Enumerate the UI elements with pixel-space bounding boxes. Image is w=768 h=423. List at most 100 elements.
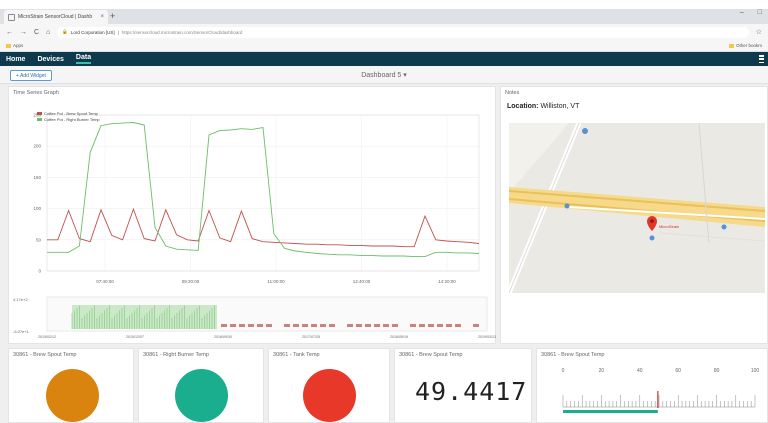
dashboard-toolbar: + Add Widget Dashboard 5 ▾ xyxy=(0,66,768,84)
dashboard-selector[interactable]: Dashboard 5 ▾ xyxy=(0,71,768,79)
url-separator: | xyxy=(117,29,119,35)
overview-dash xyxy=(293,324,299,327)
overview-dash xyxy=(365,324,371,327)
url-text: https://sensorcloud.microstrain.com/Sens… xyxy=(121,29,243,35)
overview-dash xyxy=(428,324,434,327)
address-bar[interactable]: 🔒 Lord Corporation [US] | https://sensor… xyxy=(57,26,749,38)
reload-button[interactable]: C xyxy=(34,29,39,36)
app-nav: Home Devices Data xyxy=(0,52,768,66)
y-tick-label: 150 xyxy=(33,175,41,180)
status-indicator xyxy=(46,369,99,422)
status-widget-tank: 30861 - Tank Temp xyxy=(268,348,390,423)
forward-button[interactable]: → xyxy=(20,29,27,36)
apps-label: Apps xyxy=(13,43,24,48)
gauge-tick-label: 20 xyxy=(599,368,605,374)
gauge-tick-label: 80 xyxy=(714,368,720,374)
x-tick-label: 12:40:00 xyxy=(353,279,371,284)
x-tick-label: 14:20:00 xyxy=(438,279,456,284)
browser-tab[interactable]: MicroStrain SensorCloud | Dashb × xyxy=(4,10,108,24)
overview-dash xyxy=(230,324,236,327)
widget-title: 30861 - Tank Temp xyxy=(273,352,320,358)
home-button[interactable]: ⌂ xyxy=(46,29,50,36)
nav-data[interactable]: Data xyxy=(75,54,92,64)
status-widget-right-burner: 30861 - Right Burner Temp xyxy=(138,348,264,423)
other-bookmarks[interactable]: Other bookm xyxy=(728,43,762,48)
overview-dash xyxy=(347,324,353,327)
status-indicator xyxy=(175,369,228,422)
other-bookmarks-label: Other bookm xyxy=(735,43,762,48)
overview-x-tick: 2018/05/19 xyxy=(390,335,408,339)
overview-dash xyxy=(374,324,380,327)
page-icon xyxy=(8,13,15,21)
gauge-fill xyxy=(563,410,658,413)
time-series-chart[interactable]: 25020015010050007:40:0009:20:0011:00:001… xyxy=(9,99,497,343)
back-button[interactable]: ← xyxy=(6,29,13,36)
map-graphic xyxy=(509,123,765,293)
bookmark-star-icon[interactable]: ☆ xyxy=(756,28,762,36)
nav-home[interactable]: Home xyxy=(6,56,25,63)
apps-bookmark[interactable]: Apps xyxy=(6,43,23,48)
browser-toolbar: ← → C ⌂ 🔒 Lord Corporation [US] | https:… xyxy=(0,24,768,40)
tab-title: MicroStrain SensorCloud | Dashb xyxy=(18,14,93,20)
maximize-button[interactable]: □ xyxy=(758,9,762,16)
widget-title: 30861 - Right Burner Temp xyxy=(143,352,209,358)
gauge-tick-label: 0 xyxy=(562,368,565,374)
overview-y-max: 4.17e+2 xyxy=(13,297,28,302)
overview-dash xyxy=(329,324,335,327)
overview-dash xyxy=(473,324,479,327)
legend-item[interactable]: Coffee Pot - Right Burner Temp xyxy=(37,117,100,123)
overview-dash xyxy=(356,324,362,327)
legend-swatch xyxy=(37,118,42,122)
gauge-tick-label: 60 xyxy=(675,368,681,374)
bookmarks-bar: Apps Other bookm xyxy=(0,40,768,52)
current-value: 49.4417 xyxy=(415,377,528,406)
minimize-button[interactable]: – xyxy=(740,9,744,16)
overview-dash xyxy=(392,324,398,327)
secure-label: Lord Corporation [US] xyxy=(70,29,115,35)
gauge-tick-label: 40 xyxy=(637,368,643,374)
linear-gauge: 0 20 40 60 80 100 xyxy=(562,368,760,413)
overview-dash xyxy=(248,324,254,327)
overview-x-tick: 2015/12/07 xyxy=(126,335,144,339)
y-tick-label: 100 xyxy=(33,206,41,211)
overview-dash xyxy=(284,324,290,327)
overview-dash xyxy=(221,324,227,327)
overview-dash xyxy=(410,324,416,327)
window-controls: – □ xyxy=(740,9,762,16)
overview-x-tick: 2016/09/30 xyxy=(214,335,232,339)
overview-dash xyxy=(446,324,452,327)
overview-dash xyxy=(302,324,308,327)
x-tick-label: 07:40:00 xyxy=(96,279,114,284)
overview-dash xyxy=(266,324,272,327)
gauge-widget-brew-spout: 30861 - Brew Spout Temp 0 20 40 60 80 100 xyxy=(536,348,768,423)
overview-dash xyxy=(455,324,461,327)
location-label: Location: xyxy=(507,103,539,110)
x-tick-label: 09:20:00 xyxy=(182,279,200,284)
overview-x-tick: 2015/02/12 xyxy=(38,335,56,339)
overview-dash xyxy=(257,324,263,327)
overview-dash xyxy=(320,324,326,327)
new-tab-button[interactable]: + xyxy=(110,11,115,21)
time-series-panel: Time Series Graph 25020015010050007:40:0… xyxy=(8,86,496,344)
gauge-tick-label: 100 xyxy=(751,368,760,374)
location-value: Williston, VT xyxy=(540,103,580,110)
map-marker-label: MicroStrain xyxy=(659,224,680,229)
chart-legend: Coffee Pot - Brew Spout Temp Coffee Pot … xyxy=(37,111,100,123)
notes-body: Location: Williston, VT xyxy=(501,99,767,118)
series-line xyxy=(47,207,480,248)
close-tab-icon[interactable]: × xyxy=(100,14,104,20)
widget-title: 30861 - Brew Spout Temp xyxy=(13,352,77,358)
browser-tab-bar: MicroStrain SensorCloud | Dashb × + – □ xyxy=(0,0,768,24)
status-indicator xyxy=(303,369,356,422)
overview-dash xyxy=(383,324,389,327)
series-line xyxy=(47,122,480,258)
x-tick-label: 11:00:00 xyxy=(267,279,285,284)
legend-label: Coffee Pot - Right Burner Temp xyxy=(44,117,100,122)
overview-dash xyxy=(437,324,443,327)
apps-grid-icon xyxy=(6,43,11,48)
overview-dash xyxy=(239,324,245,327)
location-map[interactable]: MicroStrain xyxy=(509,123,765,293)
folder-icon xyxy=(728,43,734,48)
hamburger-menu-icon[interactable] xyxy=(759,55,764,63)
nav-devices[interactable]: Devices xyxy=(37,56,63,63)
